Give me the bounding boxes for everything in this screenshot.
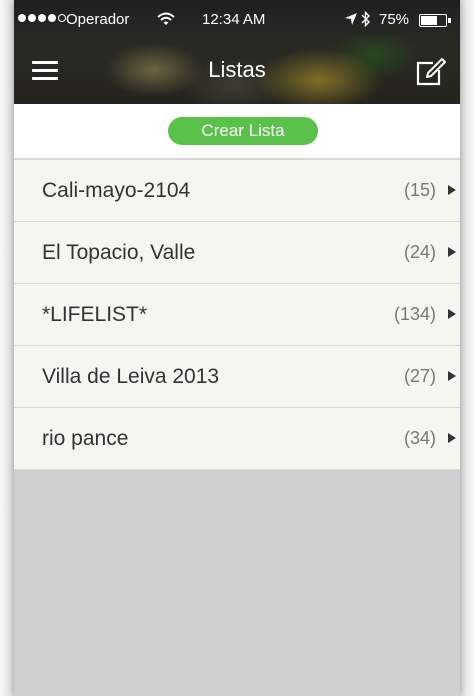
chevron-right-icon bbox=[448, 185, 456, 195]
create-list-bar: Crear Lista bbox=[14, 104, 460, 160]
header: Operador 12:34 AM 75% Listas bbox=[14, 0, 460, 104]
chevron-right-icon bbox=[448, 433, 456, 443]
compose-edit-icon[interactable] bbox=[414, 57, 446, 87]
lists-list: Cali-mayo-2104 (15) El Topacio, Valle (2… bbox=[14, 160, 460, 470]
wifi-icon bbox=[157, 12, 175, 30]
list-item[interactable]: Cali-mayo-2104 (15) bbox=[14, 160, 460, 222]
chevron-right-icon bbox=[448, 309, 456, 319]
chevron-right-icon bbox=[448, 371, 456, 381]
battery-percent: 75% bbox=[379, 11, 410, 28]
page-title: Listas bbox=[208, 57, 266, 82]
status-bar: Operador 12:34 AM 75% bbox=[14, 0, 460, 40]
list-item[interactable]: Villa de Leiva 2013 (27) bbox=[14, 346, 460, 408]
list-item-name: rio pance bbox=[42, 427, 129, 450]
list-item-name: Villa de Leiva 2013 bbox=[42, 365, 220, 388]
list-item-name: *LIFELIST* bbox=[42, 303, 148, 326]
screenshot-frame: Operador 12:34 AM 75% Listas Crear Lista… bbox=[0, 0, 474, 696]
list-item-name: Cali-mayo-2104 bbox=[42, 179, 191, 202]
battery-icon bbox=[419, 14, 451, 27]
list-item[interactable]: El Topacio, Valle (24) bbox=[14, 222, 460, 284]
list-item-count: (27) bbox=[403, 366, 436, 386]
create-list-button[interactable]: Crear Lista bbox=[168, 117, 318, 145]
navigation-bar: Listas bbox=[14, 40, 460, 104]
list-item-count: (15) bbox=[403, 180, 436, 200]
carrier-name: Operador bbox=[66, 11, 130, 28]
list-item-count: (34) bbox=[403, 428, 436, 448]
location-arrow-icon bbox=[344, 12, 358, 30]
chevron-right-icon bbox=[448, 247, 456, 257]
list-item-count: (134) bbox=[393, 304, 436, 324]
list-item-name: El Topacio, Valle bbox=[42, 241, 196, 264]
list-item[interactable]: *LIFELIST* (134) bbox=[14, 284, 460, 346]
signal-dots-icon bbox=[18, 14, 66, 22]
list-item-count: (24) bbox=[403, 242, 436, 262]
bluetooth-icon bbox=[361, 10, 371, 32]
status-time: 12:34 AM bbox=[202, 11, 266, 28]
list-item[interactable]: rio pance (34) bbox=[14, 408, 460, 470]
phone-screen: Operador 12:34 AM 75% Listas Crear Lista… bbox=[14, 0, 460, 696]
